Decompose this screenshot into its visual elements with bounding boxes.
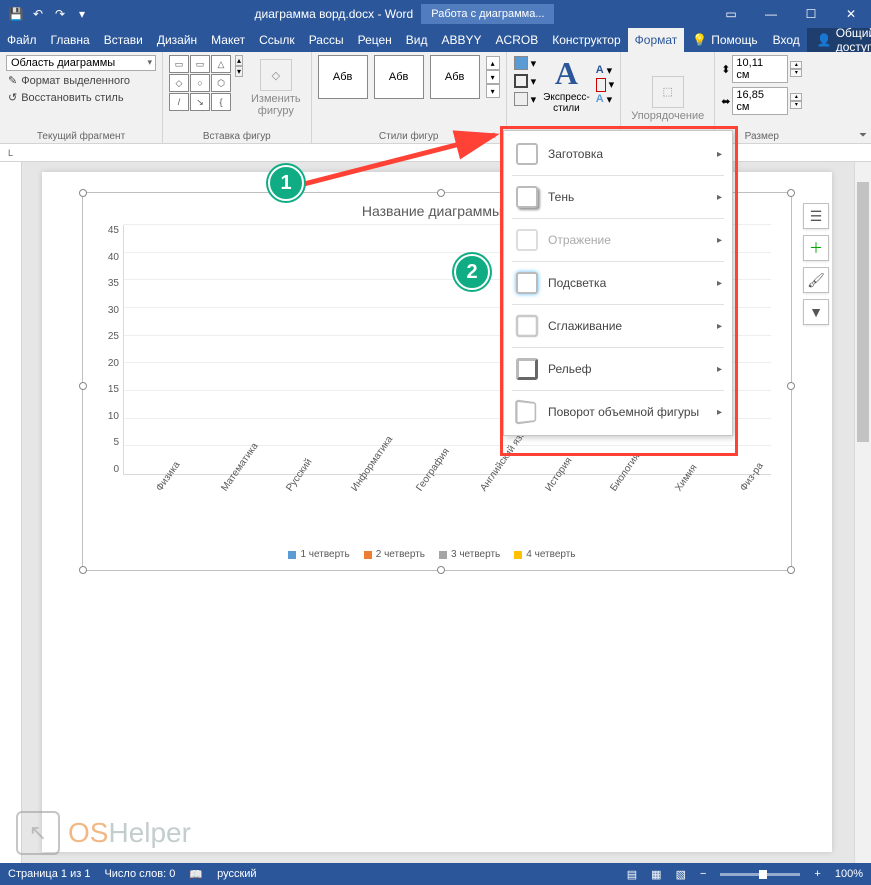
shape-outline-button[interactable]: ▾ — [513, 73, 538, 89]
group-current-selection: Область диаграммы ✎ Формат выделенного ↺… — [0, 52, 163, 143]
effects-bevel[interactable]: Рельеф▸ — [504, 350, 732, 388]
shape-effects-menu: Заготовка▸ Тень▸ Отражение▸ Подсветка▸ С… — [503, 130, 733, 436]
ribbon-options-icon[interactable]: ▭ — [711, 0, 751, 28]
width-input[interactable]: 16,85 см — [732, 87, 788, 115]
reset-style-button[interactable]: ↺ Восстановить стиль — [6, 90, 156, 105]
shape-effects-button[interactable]: ▾ — [513, 91, 538, 107]
shape-style-preset[interactable]: Абв — [430, 55, 480, 99]
tab-review[interactable]: Рецен — [351, 28, 399, 52]
document-title: диаграмма ворд.docx - Word — [255, 7, 414, 21]
chart-y-axis: 051015202530354045 — [93, 225, 123, 475]
zoom-level[interactable]: 100% — [835, 868, 863, 880]
group-label: Размер — [721, 129, 802, 142]
spell-check-icon[interactable]: 📖 — [189, 868, 203, 881]
shape-fill-button[interactable]: ▾ — [513, 55, 538, 71]
effects-3d-rotation[interactable]: Поворот объемной фигуры▸ — [504, 393, 732, 431]
group-label: Вставка фигур — [169, 129, 305, 142]
chart-side-buttons: ☰ ＋ 🖌 ▼ — [803, 203, 829, 325]
annotation-arrow — [290, 130, 510, 200]
shape-style-preset[interactable]: Абв — [318, 55, 368, 99]
maximize-icon[interactable]: ☐ — [791, 0, 831, 28]
read-mode-icon[interactable]: ▤ — [627, 868, 637, 881]
text-outline-button[interactable]: A▾ — [596, 78, 614, 92]
chart-styles-button[interactable]: 🖌 — [803, 267, 829, 293]
style-nav-up[interactable]: ▴ — [486, 56, 500, 70]
format-selection-button[interactable]: ✎ Формат выделенного — [6, 73, 156, 88]
sign-in[interactable]: Вход — [766, 28, 807, 52]
tab-home[interactable]: Главна — [44, 28, 97, 52]
watermark-icon: ↖ — [16, 811, 60, 855]
effects-preset[interactable]: Заготовка▸ — [504, 135, 732, 173]
chart-x-axis: ФизикаМатематикаРусскийИнформатикаГеогра… — [93, 479, 771, 529]
tab-design[interactable]: Дизайн — [150, 28, 204, 52]
style-nav-more[interactable]: ▾ — [486, 84, 500, 98]
share-button[interactable]: 👤 Общий доступ — [807, 28, 871, 52]
web-layout-icon[interactable]: ▧ — [676, 868, 686, 881]
tab-layout[interactable]: Макет — [204, 28, 252, 52]
tab-view[interactable]: Вид — [399, 28, 435, 52]
tab-acrobat[interactable]: ACROB — [489, 28, 546, 52]
tab-format[interactable]: Формат — [628, 28, 685, 52]
change-shape-icon: ◇ — [260, 59, 292, 91]
arrange-button[interactable]: ⬚ Упорядочение — [627, 72, 708, 126]
ribbon-tabs: Файл Главна Встави Дизайн Макет Ссылк Ра… — [0, 28, 871, 52]
effects-shadow[interactable]: Тень▸ — [504, 178, 732, 216]
zoom-slider[interactable] — [720, 873, 800, 876]
width-icon: ⬌ — [721, 95, 730, 108]
group-label: Текущий фрагмент — [6, 129, 156, 142]
annotation-marker-2: 2 — [454, 254, 490, 290]
text-effects-button[interactable]: A▾ — [596, 93, 614, 106]
wordart-gallery-icon[interactable]: A — [555, 55, 578, 92]
context-tab-title: Работа с диаграмма... — [421, 4, 554, 24]
window-controls: ▭ — ☐ ✕ — [711, 0, 871, 28]
tab-insert[interactable]: Встави — [97, 28, 150, 52]
watermark: ↖ OSHelper — [16, 811, 191, 855]
tab-mailings[interactable]: Рассы — [302, 28, 351, 52]
chart-elements-button[interactable]: ＋ — [803, 235, 829, 261]
effects-soft-edges[interactable]: Сглаживание▸ — [504, 307, 732, 345]
chart-legend[interactable]: 1 четверть2 четверть3 четверть4 четверть — [93, 549, 771, 560]
status-bar: Страница 1 из 1 Число слов: 0 📖 русский … — [0, 863, 871, 885]
minimize-icon[interactable]: — — [751, 0, 791, 28]
vertical-scrollbar[interactable] — [854, 162, 871, 863]
tab-references[interactable]: Ссылк — [252, 28, 302, 52]
shape-style-preset[interactable]: Абв — [374, 55, 424, 99]
shape-gallery[interactable]: ▭▭△ ◇○⬡ /↘{ — [169, 55, 231, 111]
tab-file[interactable]: Файл — [0, 28, 44, 52]
zoom-out-icon[interactable]: − — [700, 868, 706, 880]
page-indicator[interactable]: Страница 1 из 1 — [8, 868, 90, 880]
redo-icon[interactable]: ↷ — [52, 6, 68, 22]
height-icon: ⬍ — [721, 63, 730, 76]
zoom-in-icon[interactable]: + — [814, 868, 820, 880]
chart-element-selector[interactable]: Область диаграммы — [6, 55, 156, 71]
effects-glow[interactable]: Подсветка▸ — [504, 264, 732, 302]
print-layout-icon[interactable]: ▦ — [651, 868, 661, 881]
undo-icon[interactable]: ↶ — [30, 6, 46, 22]
language-indicator[interactable]: русский — [217, 868, 256, 880]
change-shape-button: ◇ Изменить фигуру — [247, 55, 305, 121]
title-bar: 💾 ↶ ↷ ▾ диаграмма ворд.docx - Word Работ… — [0, 0, 871, 28]
effects-reflection[interactable]: Отражение▸ — [504, 221, 732, 259]
save-icon[interactable]: 💾 — [8, 6, 24, 22]
word-count[interactable]: Число слов: 0 — [104, 868, 175, 880]
chart-layout-button[interactable]: ☰ — [803, 203, 829, 229]
collapse-ribbon-icon[interactable]: ⏷ — [859, 130, 867, 141]
height-input[interactable]: 10,11 см — [732, 55, 788, 83]
tab-constructor[interactable]: Конструктор — [545, 28, 627, 52]
style-nav-down[interactable]: ▾ — [486, 70, 500, 84]
scrollbar-thumb[interactable] — [857, 182, 869, 442]
qat-more-icon[interactable]: ▾ — [74, 6, 90, 22]
arrange-icon: ⬚ — [652, 76, 684, 108]
quick-access-toolbar: 💾 ↶ ↷ ▾ — [0, 6, 98, 22]
document-area: Название диаграммы 051015202530354045 Фи… — [0, 162, 871, 863]
text-fill-button[interactable]: A▾ — [596, 64, 614, 77]
chart-filter-button[interactable]: ▼ — [803, 299, 829, 325]
annotation-marker-1: 1 — [268, 165, 304, 201]
close-icon[interactable]: ✕ — [831, 0, 871, 28]
tell-me[interactable]: 💡 Помощь — [684, 28, 765, 52]
vertical-ruler[interactable] — [0, 162, 22, 863]
tab-abbyy[interactable]: ABBYY — [435, 28, 489, 52]
